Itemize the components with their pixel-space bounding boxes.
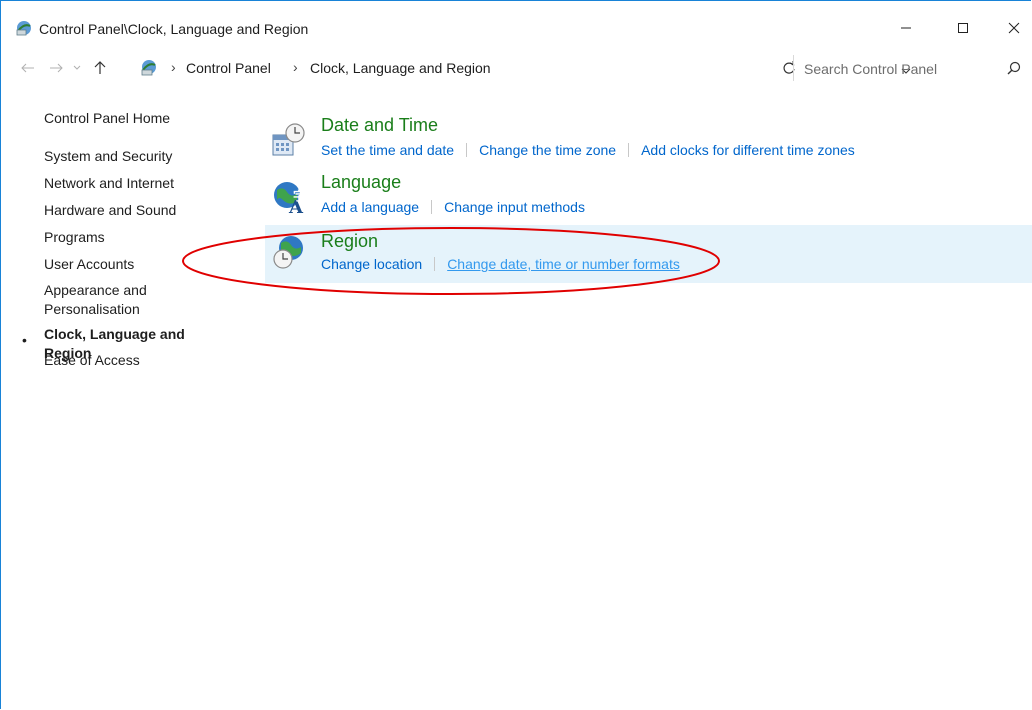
address-field[interactable]: › Control Panel › Clock, Language and Re… — [139, 56, 911, 80]
link-change-date-time-number-formats[interactable]: Change date, time or number formats — [447, 256, 680, 272]
forward-button[interactable] — [45, 57, 67, 79]
category-language: A 字 Language Add a language Change input… — [265, 172, 1032, 230]
region-icon[interactable] — [269, 233, 309, 273]
link-divider — [434, 257, 436, 271]
language-icon[interactable]: A 字 — [269, 178, 309, 218]
search-placeholder: Search Control Panel — [804, 61, 938, 77]
date-time-icon[interactable] — [269, 121, 309, 161]
link-set-time-date[interactable]: Set the time and date — [321, 142, 454, 158]
breadcrumb-control-panel[interactable]: Control Panel — [186, 60, 271, 76]
sidebar-item-hardware-sound[interactable]: Hardware and Sound — [44, 201, 234, 220]
link-add-language[interactable]: Add a language — [321, 199, 419, 215]
link-add-clocks[interactable]: Add clocks for different time zones — [641, 142, 855, 158]
sidebar-item-programs[interactable]: Programs — [44, 228, 234, 247]
window-title: Control Panel\Clock, Language and Region — [39, 21, 309, 37]
control-panel-icon — [15, 19, 33, 37]
category-title[interactable]: Language — [321, 172, 401, 193]
chevron-down-icon — [73, 65, 81, 70]
back-arrow-icon — [21, 63, 34, 73]
category-date-and-time: Date and Time Set the time and date Chan… — [265, 115, 1032, 173]
link-divider — [628, 143, 630, 157]
category-title[interactable]: Date and Time — [321, 115, 438, 136]
title-bar: Control Panel\Clock, Language and Region — [1, 1, 1032, 43]
maximize-button[interactable] — [940, 13, 986, 43]
sidebar-item-control-panel-home[interactable]: Control Panel Home — [44, 109, 234, 128]
recent-locations-button[interactable] — [69, 57, 85, 79]
sidebar-item-network-internet[interactable]: Network and Internet — [44, 174, 234, 193]
category-links: Add a language Change input methods — [321, 199, 585, 215]
sidebar-item-ease-of-access[interactable]: Ease of Access — [44, 351, 234, 370]
maximize-icon — [958, 23, 968, 33]
up-arrow-icon — [94, 61, 106, 74]
control-panel-icon — [139, 58, 159, 78]
breadcrumb-separator: › — [293, 59, 298, 75]
link-change-input-methods[interactable]: Change input methods — [444, 199, 585, 215]
search-input[interactable]: Search Control Panel — [793, 55, 1032, 81]
sidebar-item-system-security[interactable]: System and Security — [44, 147, 234, 166]
control-panel-window: Control Panel\Clock, Language and Region — [0, 0, 1032, 709]
address-bar: › Control Panel › Clock, Language and Re… — [1, 53, 1032, 83]
up-button[interactable] — [89, 57, 111, 79]
breadcrumb-clock-language-region[interactable]: Clock, Language and Region — [310, 60, 491, 76]
sidebar-item-appearance-personalisation[interactable]: Appearance and Personalisation — [44, 281, 184, 319]
breadcrumb-separator: › — [171, 59, 176, 75]
category-region: Region Change location Change date, time… — [265, 225, 1032, 283]
category-links: Change location Change date, time or num… — [321, 256, 680, 272]
minimize-icon — [901, 27, 911, 29]
sidebar-item-user-accounts[interactable]: User Accounts — [44, 255, 234, 274]
svg-text:字: 字 — [293, 188, 305, 203]
search-icon[interactable] — [1006, 60, 1022, 76]
category-title[interactable]: Region — [321, 231, 378, 252]
forward-arrow-icon — [50, 63, 63, 73]
close-icon — [1008, 22, 1020, 34]
link-change-location[interactable]: Change location — [321, 256, 422, 272]
category-links: Set the time and date Change the time zo… — [321, 142, 855, 158]
close-button[interactable] — [991, 13, 1032, 43]
minimize-button[interactable] — [883, 13, 929, 43]
link-divider — [466, 143, 468, 157]
active-item-bullet: • — [22, 332, 27, 348]
back-button[interactable] — [17, 57, 39, 79]
link-change-time-zone[interactable]: Change the time zone — [479, 142, 616, 158]
link-divider — [431, 200, 433, 214]
